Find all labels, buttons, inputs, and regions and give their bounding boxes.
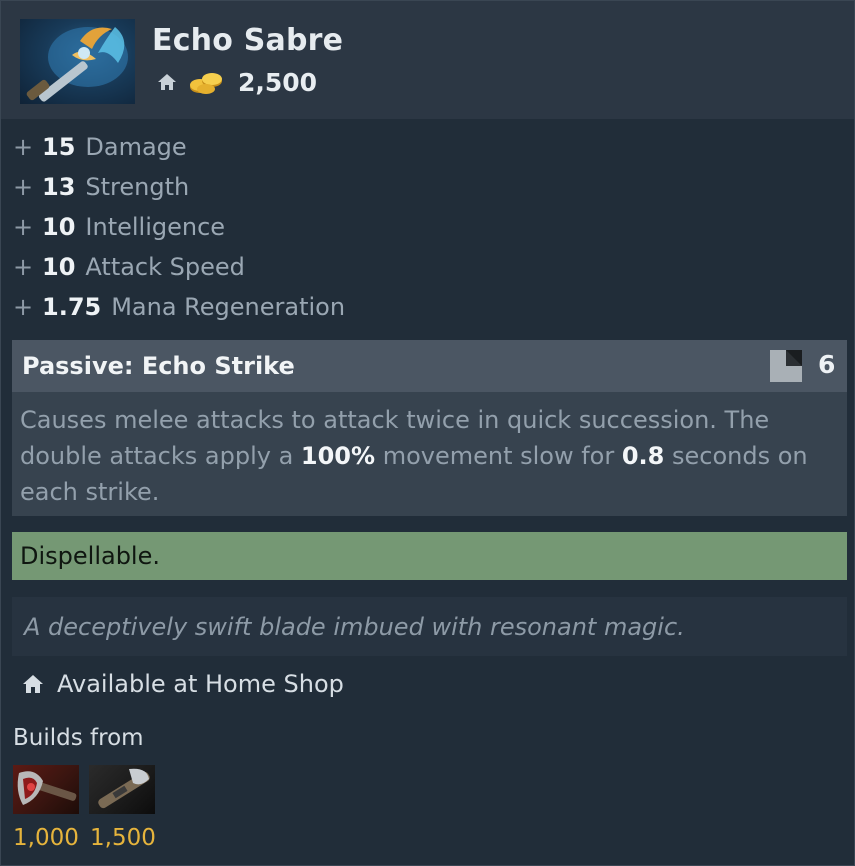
item-cost-row: 2,500: [156, 67, 317, 97]
stat-row: + 1.75 Mana Regeneration: [13, 287, 345, 327]
dispellable-banner: Dispellable.: [12, 532, 847, 580]
item-cost: 2,500: [238, 67, 318, 97]
stat-value: 10: [42, 253, 76, 281]
builds-from-label: Builds from: [13, 725, 144, 751]
stat-row: + 10 Attack Speed: [13, 247, 345, 287]
tooltip-header: Echo Sabre 2,500: [1, 1, 854, 119]
ability-header: Passive: Echo Strike 6: [12, 340, 847, 392]
stat-value: 13: [42, 173, 76, 201]
stat-row: + 15 Damage: [13, 127, 345, 167]
stat-name: Damage: [85, 133, 187, 161]
stat-list: + 15 Damage + 13 Strength + 10 Intellige…: [13, 127, 345, 327]
oblivion-staff-icon[interactable]: [89, 765, 155, 814]
home-shop-icon: [156, 71, 178, 93]
ability-section: Passive: Echo Strike 6 Causes melee atta…: [12, 340, 847, 516]
ogre-axe-icon[interactable]: [13, 765, 79, 814]
component-cost: 1,500: [90, 825, 156, 851]
stat-plus: +: [13, 293, 34, 321]
item-tooltip: Echo Sabre 2,500 + 15 Damage + 13 Streng…: [0, 0, 855, 866]
stat-plus: +: [13, 173, 34, 201]
gold-icon: [188, 69, 224, 95]
stat-row: + 10 Intelligence: [13, 207, 345, 247]
echo-sabre-icon: [20, 19, 135, 104]
ability-desc-text: movement slow for: [375, 442, 622, 470]
availability-row: Available at Home Shop: [21, 667, 344, 701]
availability-text: Available at Home Shop: [57, 670, 344, 698]
stat-name: Strength: [85, 173, 190, 201]
lore-text: A deceptively swift blade imbued with re…: [12, 597, 847, 656]
stat-value: 1.75: [42, 293, 102, 321]
stat-plus: +: [13, 133, 34, 161]
stat-name: Mana Regeneration: [111, 293, 346, 321]
home-shop-icon: [21, 672, 45, 696]
item-title: Echo Sabre: [152, 23, 344, 58]
stat-row: + 13 Strength: [13, 167, 345, 207]
component-cost: 1,000: [13, 825, 79, 851]
slow-duration: 0.8: [621, 442, 665, 470]
ability-description: Causes melee attacks to attack twice in …: [12, 392, 847, 510]
cooldown-value: 6: [818, 350, 836, 379]
stat-plus: +: [13, 213, 34, 241]
stat-value: 15: [42, 133, 76, 161]
stat-value: 10: [42, 213, 76, 241]
stat-name: Attack Speed: [85, 253, 245, 281]
cooldown-icon: [770, 350, 802, 382]
stat-plus: +: [13, 253, 34, 281]
ability-title: Passive: Echo Strike: [22, 352, 295, 380]
stat-name: Intelligence: [85, 213, 226, 241]
slow-percent: 100%: [300, 442, 376, 470]
